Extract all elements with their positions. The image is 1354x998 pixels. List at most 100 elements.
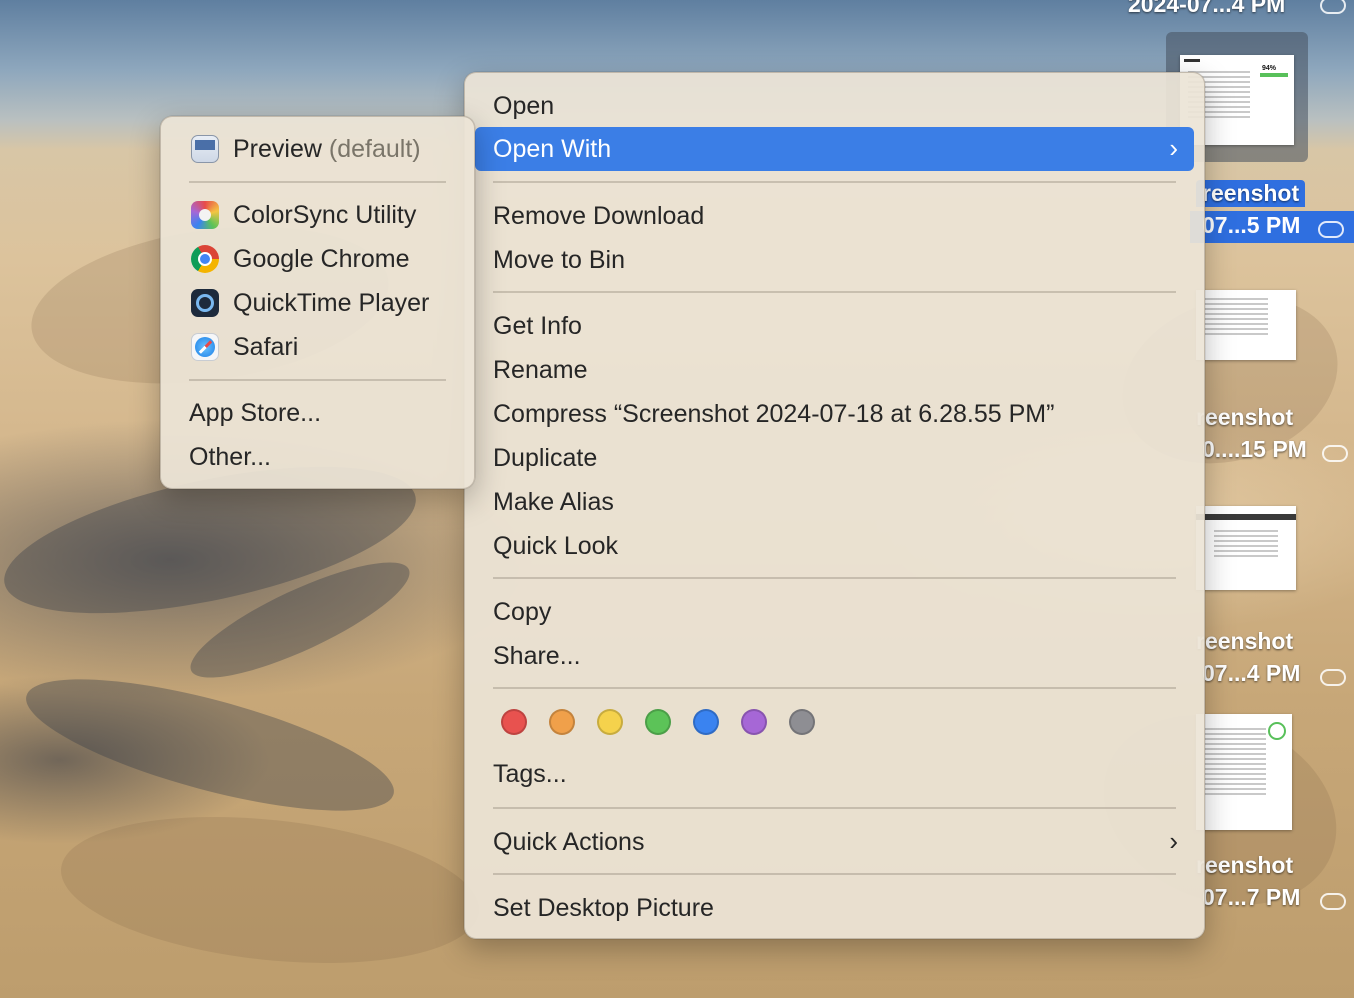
menu-item-make-alias[interactable]: Make Alias <box>475 480 1194 524</box>
menu-item-label: Open With <box>493 135 612 163</box>
tag-color-dot[interactable] <box>645 709 671 735</box>
menu-item-compress[interactable]: Compress “Screenshot 2024-07-18 at 6.28.… <box>475 392 1194 436</box>
menu-item-label: Move to Bin <box>493 246 626 274</box>
menu-item-label: Compress “Screenshot 2024-07-18 at 6.28.… <box>493 400 1055 428</box>
submenu-item-chrome[interactable]: Google Chrome <box>171 237 464 281</box>
menu-item-label: Copy <box>493 598 552 626</box>
menu-item-label: Share... <box>493 642 581 670</box>
thumb-progress <box>1260 73 1288 77</box>
colorsync-icon-center <box>199 209 211 221</box>
menu-item-label: Open <box>493 92 555 120</box>
chevron-right-icon: › <box>1169 133 1178 163</box>
preview-app-icon <box>191 135 219 163</box>
submenu-item-other[interactable]: Other... <box>171 435 464 479</box>
preview-icon-photo <box>195 140 215 150</box>
menu-item-tags[interactable]: Tags... <box>475 752 1194 796</box>
tag-color-dot[interactable] <box>693 709 719 735</box>
menu-item-open[interactable]: Open <box>475 84 1194 128</box>
submenu-item-label: ColorSync Utility <box>233 201 417 229</box>
thumb-text-lines <box>1204 728 1266 798</box>
submenu-item-safari[interactable]: Safari <box>171 325 464 369</box>
desktop-icon-label-line1[interactable]: reenshot <box>1196 180 1306 207</box>
screenshot-thumbnail[interactable] <box>1196 506 1296 590</box>
menu-item-label: Tags... <box>493 760 567 788</box>
menu-separator <box>493 807 1176 809</box>
tag-color-dot[interactable] <box>501 709 527 735</box>
menu-item-duplicate[interactable]: Duplicate <box>475 436 1194 480</box>
cloud-icon <box>1320 893 1346 910</box>
menu-item-label: Set Desktop Picture <box>493 894 714 922</box>
cloud-icon <box>1320 0 1346 14</box>
menu-item-label: Make Alias <box>493 488 614 516</box>
desktop-icon-label-top[interactable]: 2024-07...4 PM <box>1128 0 1285 18</box>
thumb-badge: 94% <box>1262 65 1277 72</box>
menu-separator <box>493 687 1176 689</box>
desktop-icon-label-line2[interactable]: 07...5 PM <box>1202 212 1300 239</box>
menu-item-label: Duplicate <box>493 444 598 472</box>
menu-item-share[interactable]: Share... <box>475 634 1194 678</box>
submenu-item-preview[interactable]: Preview (default) <box>171 127 464 171</box>
chevron-right-icon: › <box>1169 826 1178 856</box>
menu-item-label: Rename <box>493 356 588 384</box>
open-with-submenu: Preview (default) ColorSync Utility Goog… <box>160 116 475 489</box>
desktop-icon-label-line1[interactable]: reenshot <box>1196 852 1293 879</box>
desktop-icon-label-line1[interactable]: reenshot <box>1196 628 1293 655</box>
tag-color-dot[interactable] <box>741 709 767 735</box>
app-name: Preview <box>233 135 322 163</box>
tag-color-dot[interactable] <box>549 709 575 735</box>
menu-item-quick-look[interactable]: Quick Look <box>475 524 1194 568</box>
menu-separator <box>493 873 1176 875</box>
menu-item-quick-actions[interactable]: Quick Actions › <box>475 820 1194 864</box>
menu-item-copy[interactable]: Copy <box>475 590 1194 634</box>
menu-item-label: Quick Actions <box>493 828 645 856</box>
screenshot-thumbnail[interactable] <box>1196 290 1296 360</box>
default-suffix: (default) <box>328 135 421 163</box>
desktop-icon-label-line2[interactable]: 07...4 PM <box>1202 660 1300 687</box>
quicktime-icon-ring <box>196 294 214 312</box>
chrome-icon-center <box>198 252 212 266</box>
menu-separator <box>189 379 446 381</box>
submenu-item-label: Other... <box>189 443 271 471</box>
menu-item-open-with[interactable]: Open With › <box>475 127 1194 171</box>
colorsync-app-icon <box>191 201 219 229</box>
chrome-app-icon <box>191 245 219 273</box>
menu-separator <box>493 291 1176 293</box>
menu-item-rename[interactable]: Rename <box>475 348 1194 392</box>
desktop-icon-label-line1[interactable]: reenshot <box>1196 404 1293 431</box>
submenu-item-label: Preview (default) <box>233 127 421 171</box>
tag-color-dot[interactable] <box>597 709 623 735</box>
terrain-shadow <box>14 652 406 838</box>
menu-separator <box>493 181 1176 183</box>
cloud-icon <box>1320 669 1346 686</box>
thumb-header-bar <box>1196 514 1296 520</box>
desktop: 2024-07...4 PM 94% reenshot 07...5 PM re… <box>0 0 1354 998</box>
desktop-icon-label-line2[interactable]: 0....15 PM <box>1202 436 1307 463</box>
submenu-item-quicktime[interactable]: QuickTime Player <box>171 281 464 325</box>
menu-item-move-to-bin[interactable]: Move to Bin <box>475 238 1194 282</box>
submenu-item-label: QuickTime Player <box>233 289 430 317</box>
thumb-score-circle <box>1268 722 1286 740</box>
submenu-item-label: Google Chrome <box>233 245 410 273</box>
desktop-icon-label-line2[interactable]: 07...7 PM <box>1202 884 1300 911</box>
submenu-item-label: Safari <box>233 333 299 361</box>
submenu-item-app-store[interactable]: App Store... <box>171 391 464 435</box>
cloud-icon <box>1322 445 1348 462</box>
submenu-item-colorsync[interactable]: ColorSync Utility <box>171 193 464 237</box>
menu-item-get-info[interactable]: Get Info <box>475 304 1194 348</box>
submenu-item-label: App Store... <box>189 399 322 427</box>
menu-separator <box>189 181 446 183</box>
terrain-ridge <box>53 798 487 982</box>
safari-app-icon <box>191 333 219 361</box>
cloud-icon <box>1318 221 1344 238</box>
menu-item-label: Quick Look <box>493 532 619 560</box>
menu-separator <box>493 577 1176 579</box>
menu-item-remove-download[interactable]: Remove Download <box>475 194 1194 238</box>
tag-color-dot[interactable] <box>789 709 815 735</box>
screenshot-thumbnail[interactable] <box>1196 714 1292 830</box>
menu-item-set-desktop-picture[interactable]: Set Desktop Picture <box>475 886 1194 930</box>
menu-item-label: Remove Download <box>493 202 705 230</box>
thumb-title-bar <box>1184 59 1200 62</box>
context-menu: Open Open With › Remove Download Move to… <box>464 72 1205 939</box>
quicktime-app-icon <box>191 289 219 317</box>
menu-item-label: Get Info <box>493 312 582 340</box>
